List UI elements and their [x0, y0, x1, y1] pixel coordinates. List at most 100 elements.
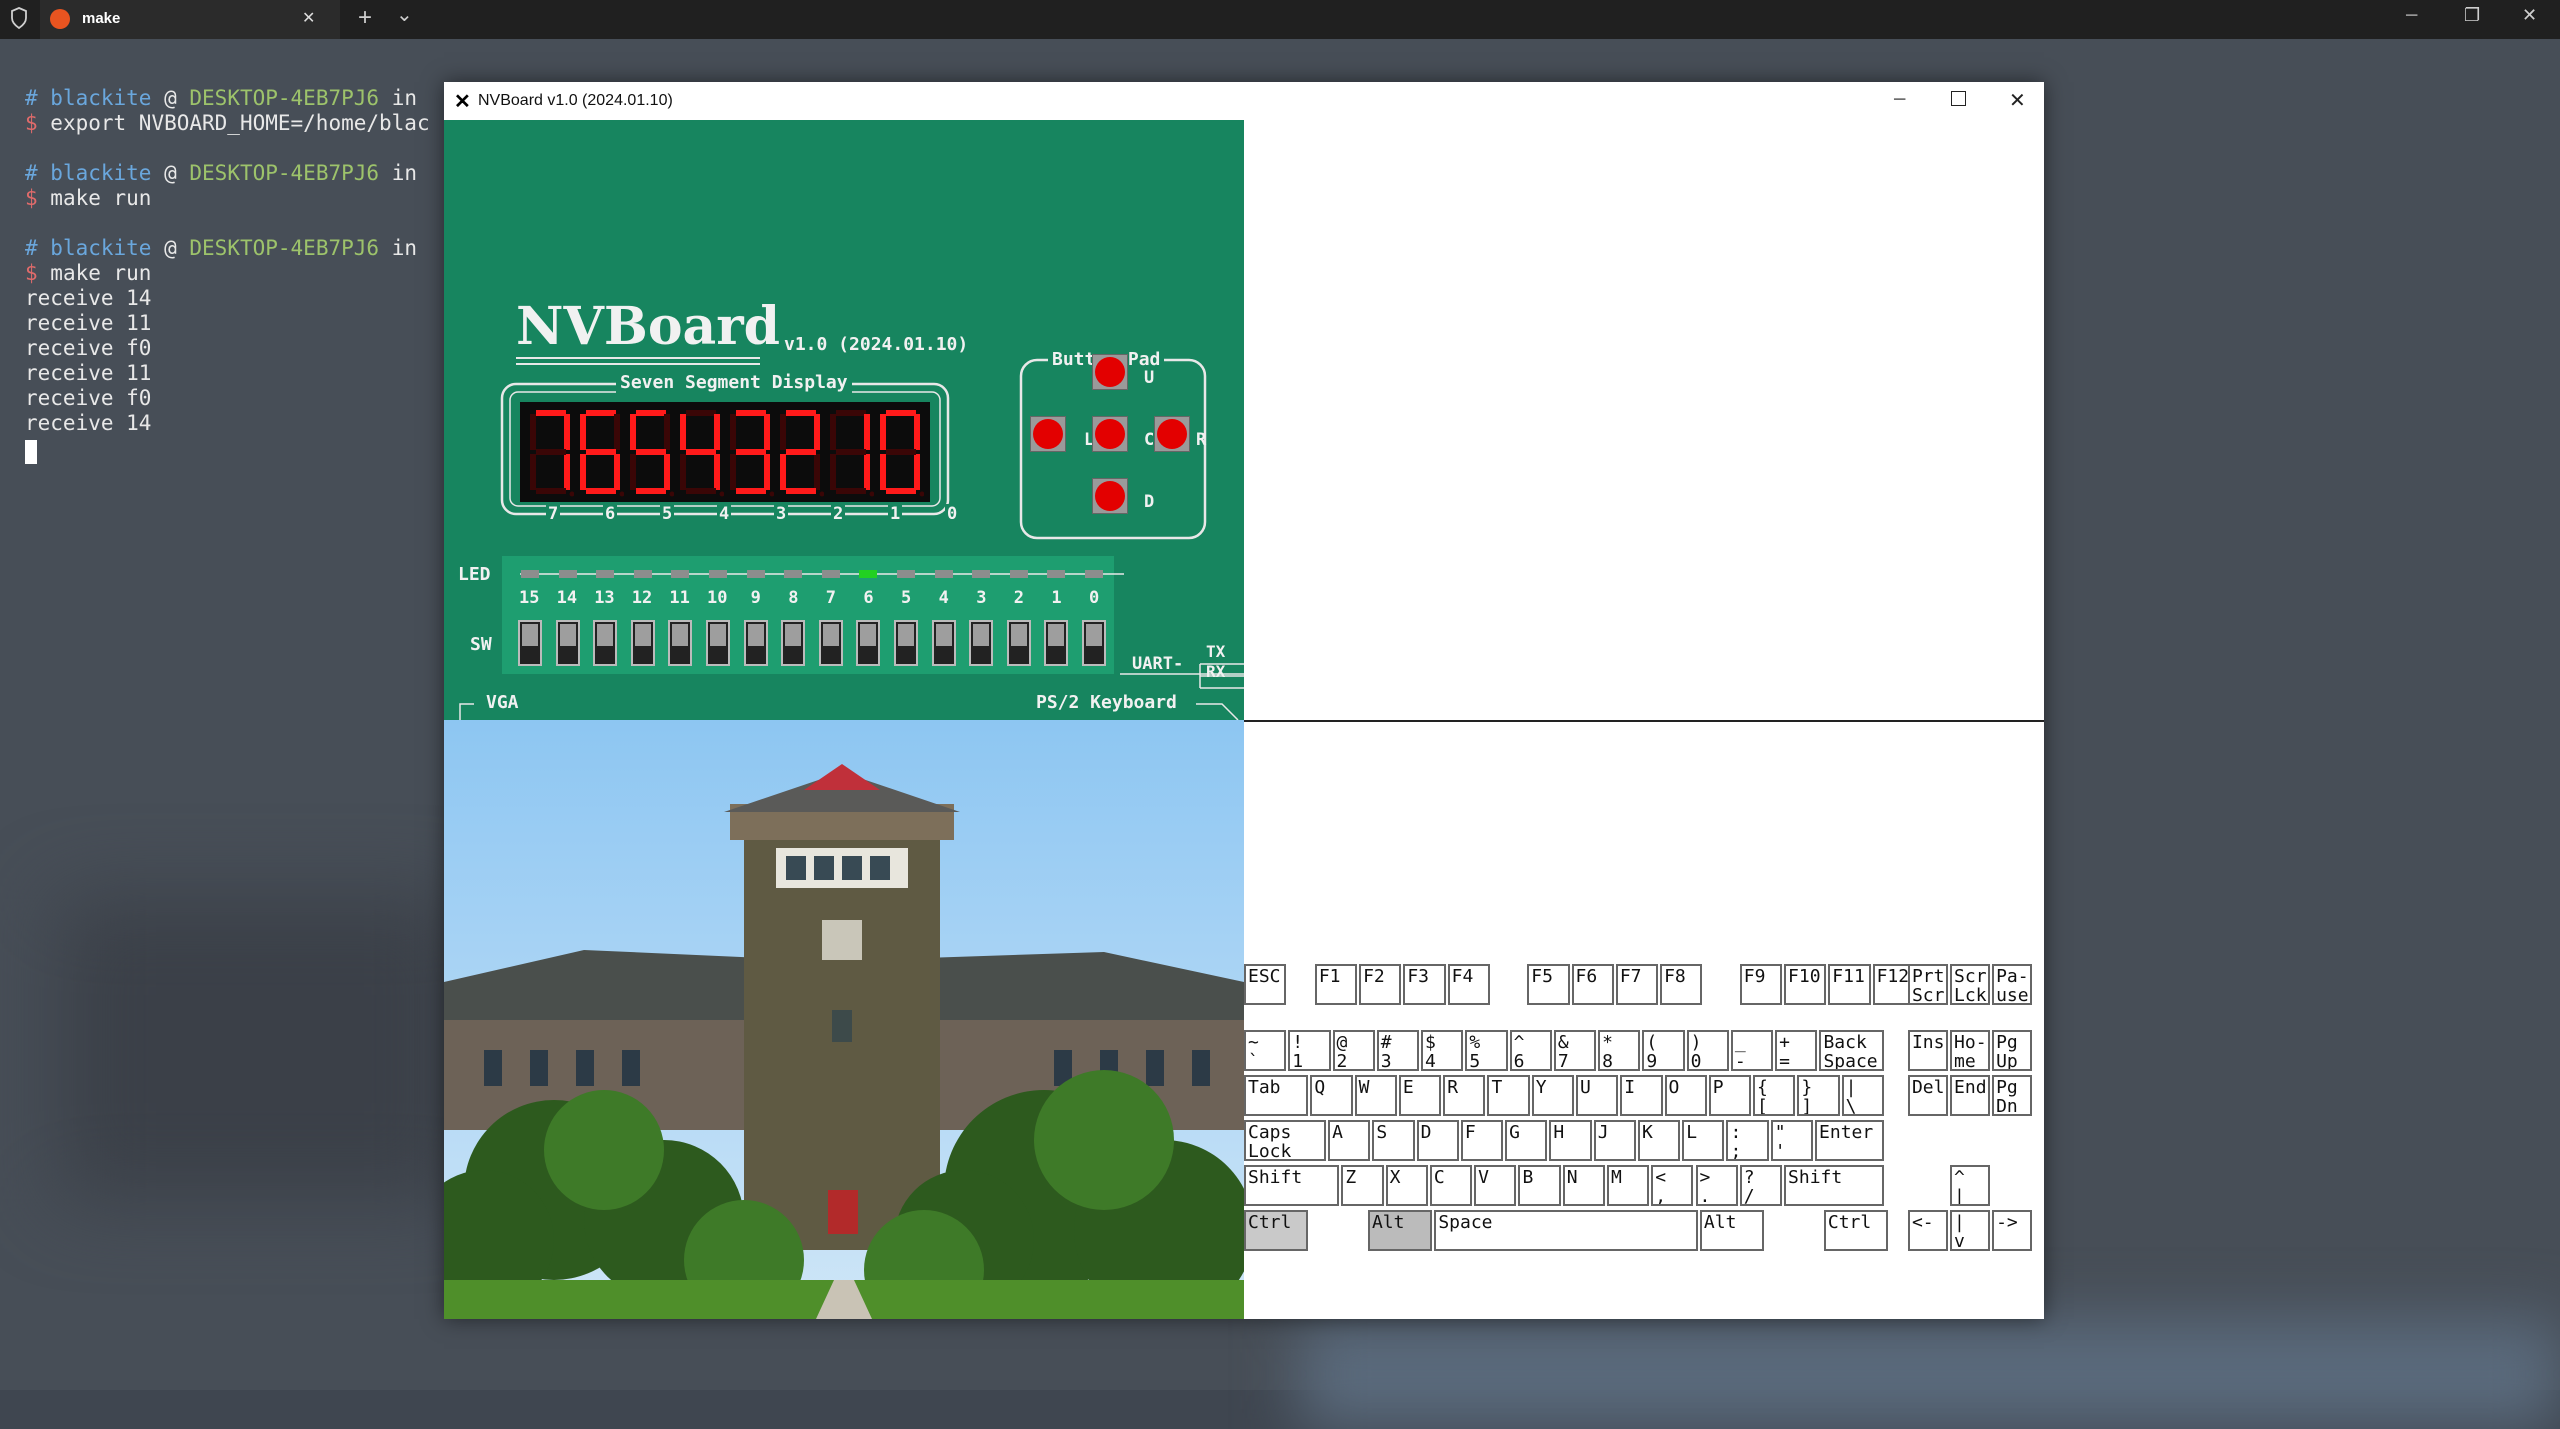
key[interactable]: } ]	[1797, 1075, 1840, 1116]
nvboard-close-icon[interactable]: ✕	[2009, 88, 2026, 113]
key[interactable]: R	[1443, 1075, 1486, 1116]
key[interactable]: ( 9	[1642, 1030, 1685, 1071]
key[interactable]: > .	[1695, 1165, 1738, 1206]
key[interactable]: W	[1354, 1075, 1397, 1116]
switch[interactable]	[1006, 620, 1031, 666]
key[interactable]: Ho- me	[1950, 1030, 1991, 1071]
key[interactable]: # 3	[1376, 1030, 1420, 1071]
key[interactable]: Shift	[1244, 1165, 1340, 1206]
switch[interactable]	[518, 620, 542, 666]
key[interactable]: " '	[1770, 1120, 1813, 1161]
key[interactable]: G	[1505, 1120, 1548, 1161]
key[interactable]: Prt Scr	[1907, 964, 1949, 1005]
key[interactable]: J	[1593, 1120, 1636, 1161]
key[interactable]: * 8	[1598, 1030, 1641, 1071]
key[interactable]: K	[1637, 1120, 1681, 1161]
nvboard-titlebar[interactable]: ✕ NVBoard v1.0 (2024.01.10) ─ ✕	[444, 82, 2044, 120]
maximize-icon[interactable]: ❐	[2464, 5, 2480, 26]
key[interactable]: Shift	[1784, 1165, 1884, 1206]
key[interactable]: F7	[1615, 964, 1659, 1005]
key[interactable]: ^ 6	[1509, 1030, 1552, 1071]
tab-close-icon[interactable]: ✕	[302, 8, 315, 28]
key[interactable]: & 7	[1553, 1030, 1597, 1071]
button-right[interactable]	[1154, 416, 1190, 452]
key[interactable]: <-	[1907, 1210, 1949, 1251]
nvboard-minimize-icon[interactable]: ─	[1894, 91, 1905, 109]
switch[interactable]	[894, 620, 918, 666]
switch[interactable]	[555, 620, 580, 666]
key[interactable]: S	[1372, 1120, 1415, 1161]
key[interactable]: Space	[1434, 1210, 1698, 1251]
key[interactable]: D	[1416, 1120, 1459, 1161]
key[interactable]: A	[1328, 1120, 1371, 1161]
key[interactable]: Ctrl	[1823, 1210, 1889, 1251]
tab-dropdown-icon[interactable]: ⌄	[396, 2, 413, 27]
key[interactable]: Pa- use	[1992, 964, 2033, 1005]
key[interactable]: H	[1549, 1120, 1592, 1161]
key[interactable]: Alt	[1699, 1210, 1765, 1251]
key[interactable]: B	[1518, 1165, 1561, 1206]
key[interactable]: I	[1620, 1075, 1663, 1116]
button-down[interactable]	[1092, 478, 1128, 514]
key[interactable]: Pg Dn	[1992, 1075, 2033, 1116]
key[interactable]: Back Space	[1819, 1030, 1884, 1071]
key[interactable]: ->	[1992, 1210, 2033, 1251]
key[interactable]: F1	[1314, 964, 1358, 1005]
close-icon[interactable]: ✕	[2522, 5, 2537, 26]
key[interactable]: V	[1474, 1165, 1517, 1206]
key[interactable]: Ins	[1907, 1030, 1949, 1071]
key[interactable]: Pg Up	[1992, 1030, 2033, 1071]
key[interactable]: @ 2	[1332, 1030, 1375, 1071]
switch[interactable]	[818, 620, 843, 666]
key[interactable]: Ctrl	[1244, 1210, 1309, 1251]
key[interactable]: % 5	[1465, 1030, 1508, 1071]
key[interactable]: F11	[1828, 964, 1871, 1005]
key[interactable]: ) 0	[1686, 1030, 1729, 1071]
key[interactable]: F5	[1527, 964, 1570, 1005]
switch[interactable]	[668, 620, 693, 666]
key[interactable]: Scr Lck	[1950, 964, 1991, 1005]
key[interactable]: F10	[1784, 964, 1827, 1005]
tab-make[interactable]: make ✕	[40, 0, 340, 39]
key[interactable]: F	[1460, 1120, 1504, 1161]
key[interactable]: Z	[1341, 1165, 1384, 1206]
key[interactable]: F4	[1447, 964, 1490, 1005]
switch[interactable]	[630, 620, 655, 666]
nvboard-maximize-icon[interactable]	[1951, 91, 1966, 106]
key[interactable]: Del	[1907, 1075, 1949, 1116]
key[interactable]: Y	[1531, 1075, 1574, 1116]
key[interactable]: F2	[1359, 964, 1402, 1005]
key[interactable]: X	[1385, 1165, 1428, 1206]
key[interactable]: L	[1682, 1120, 1725, 1161]
key[interactable]: + =	[1775, 1030, 1818, 1071]
key[interactable]: F8	[1660, 964, 1703, 1005]
key[interactable]: ? /	[1739, 1165, 1783, 1206]
key[interactable]: { [	[1753, 1075, 1796, 1116]
button-left[interactable]	[1030, 416, 1066, 452]
minimize-icon[interactable]: ─	[2406, 7, 2417, 25]
switch[interactable]	[856, 620, 881, 666]
key[interactable]: Alt	[1367, 1210, 1433, 1251]
key[interactable]: ~ `	[1244, 1030, 1287, 1071]
key[interactable]: $ 4	[1421, 1030, 1464, 1071]
switch[interactable]	[706, 620, 730, 666]
key[interactable]: ^ |	[1950, 1165, 1991, 1206]
key[interactable]: F6	[1571, 964, 1614, 1005]
switch[interactable]	[743, 620, 768, 666]
button-center[interactable]	[1092, 416, 1128, 452]
key[interactable]: | \	[1841, 1075, 1884, 1116]
key[interactable]: ESC	[1244, 964, 1287, 1005]
switch[interactable]	[969, 620, 994, 666]
key[interactable]: Enter	[1815, 1120, 1884, 1161]
key[interactable]: U	[1575, 1075, 1619, 1116]
key[interactable]: _ -	[1730, 1030, 1774, 1071]
key[interactable]: Tab	[1244, 1075, 1309, 1116]
key[interactable]: : ;	[1726, 1120, 1769, 1161]
key[interactable]: F3	[1403, 964, 1446, 1005]
key[interactable]: O	[1664, 1075, 1707, 1116]
key[interactable]: T	[1487, 1075, 1530, 1116]
switch[interactable]	[593, 620, 618, 666]
key[interactable]: Caps Lock	[1244, 1120, 1327, 1161]
key[interactable]: F9	[1739, 964, 1783, 1005]
key[interactable]: E	[1398, 1075, 1442, 1116]
